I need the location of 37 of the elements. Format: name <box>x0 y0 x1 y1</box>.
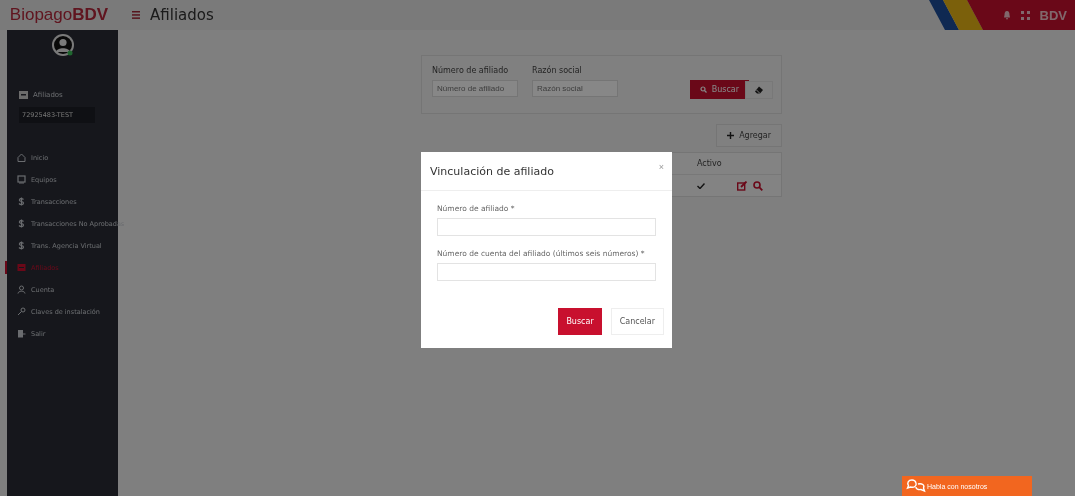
modal-title: Vinculación de afiliado <box>430 164 554 178</box>
add-button[interactable]: Agregar <box>716 124 782 147</box>
cancel-button[interactable]: Cancelar <box>610 308 664 335</box>
home-icon <box>17 153 26 162</box>
user-icon <box>17 285 26 294</box>
exit-icon <box>17 329 26 338</box>
input-field[interactable] <box>437 218 656 236</box>
brand-logo[interactable]: BiopagoBDV <box>0 5 118 25</box>
search-button[interactable]: Buscar <box>558 308 602 335</box>
bell-icon[interactable] <box>1002 10 1011 20</box>
store-icon <box>19 91 28 99</box>
grid-icon[interactable] <box>1020 10 1030 20</box>
filter-input[interactable]: Razón social <box>532 80 618 97</box>
field-label: Número de afiliado <box>432 66 510 75</box>
plus-icon <box>727 132 735 139</box>
page-title: Afiliados <box>150 6 214 24</box>
dollar-icon <box>17 241 26 250</box>
dollar-icon <box>17 219 26 228</box>
eraser-icon <box>754 86 764 94</box>
eraser-button[interactable] <box>745 81 773 99</box>
menu-icon[interactable] <box>132 11 140 19</box>
field-label: Razón social <box>532 66 583 75</box>
search-icon[interactable] <box>753 180 763 191</box>
dollar-icon <box>17 197 26 206</box>
screen-icon <box>17 175 26 184</box>
filter-input[interactable]: Número de afiliado <box>432 80 518 97</box>
search-button[interactable]: Buscar <box>689 80 749 99</box>
column-header[interactable]: Activo <box>697 159 737 168</box>
chat-bubbles-icon <box>906 479 926 493</box>
input-field[interactable] <box>437 263 656 281</box>
avatar-icon[interactable] <box>50 33 75 57</box>
bank-logo: BDV <box>1039 7 1067 23</box>
store-icon <box>17 263 26 272</box>
key-icon <box>17 307 26 316</box>
search-icon <box>699 86 707 93</box>
edit-icon[interactable] <box>737 180 748 191</box>
close-button[interactable]: × <box>658 162 664 172</box>
